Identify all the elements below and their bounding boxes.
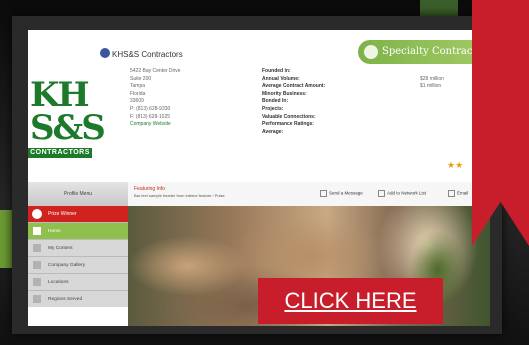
decor-strip-left (0, 210, 12, 268)
rating-stars: ★★ (447, 160, 464, 170)
email-control[interactable]: Email (448, 190, 468, 197)
logo-band: CONTRACTORS (28, 148, 92, 158)
sidebar-item-label: Home (48, 229, 61, 234)
address-line: 5422 Bay Center Drive (130, 68, 181, 74)
address-line: P: (813) 628-9330 (130, 105, 171, 112)
field-value: $1 million (420, 83, 442, 90)
profile-fields: Founded in: Annual Volume: Average Contr… (262, 68, 325, 136)
checkbox-icon (378, 190, 385, 197)
sidebar-highlight[interactable]: Prize Winner (28, 206, 128, 222)
content-title: Featuring Info (134, 186, 165, 192)
company-mark-icon (100, 48, 110, 58)
decor-strip-top (420, 0, 458, 16)
field-label: Minority Business: (262, 90, 307, 97)
logo-text-top: KH (30, 75, 90, 115)
specialty-icon (364, 45, 378, 59)
control-label: Send a Message (329, 190, 363, 196)
specialty-label: Specialty Contract (382, 46, 477, 57)
send-message-control[interactable]: Send a Message (320, 190, 363, 197)
logo-text-bottom: S&S (30, 108, 106, 148)
content-header: Featuring Info Bar text sample header fr… (128, 182, 490, 207)
profile-values: $28 million $1 million (420, 68, 444, 91)
add-network-control[interactable]: Add to Network List (378, 190, 426, 197)
checkbox-icon (448, 190, 455, 197)
content-subtitle: Bar text sample header from interior fea… (134, 193, 225, 198)
company-logo: KH S&S (28, 75, 106, 152)
address-line: Suite 200 (130, 75, 152, 82)
sidebar-item-my-content[interactable]: My Content (28, 239, 128, 256)
sidebar-header[interactable]: Profile Menu (28, 182, 128, 206)
sidebar-item-label: Regions Served (48, 297, 83, 302)
company-name: KHS&S Contractors (112, 50, 183, 59)
address-line: Florida (130, 90, 146, 97)
sidebar-item-label: My Content (48, 246, 73, 251)
address-line: 33609 (130, 98, 144, 105)
control-label: Email (457, 190, 469, 196)
field-label: Valuable Connections: (262, 113, 316, 120)
click-here-button[interactable]: CLICK HERE (258, 278, 443, 324)
sidebar-item-label: Locations (48, 280, 69, 285)
checkbox-icon (320, 190, 327, 197)
address-line: Tampa (130, 83, 146, 90)
field-label: Founded in: (262, 68, 291, 74)
location-icon (33, 278, 41, 286)
sidebar-highlight-label: Prize Winner (48, 211, 77, 217)
field-label: Average Contract Amount: (262, 83, 326, 90)
sidebar-item-label: Company Gallery (48, 263, 86, 268)
field-label: Average: (262, 128, 284, 135)
field-label: Performance Ratings: (262, 121, 314, 128)
field-label: Bonded In: (262, 98, 289, 105)
home-icon (33, 227, 41, 235)
control-label: Add to Network List (387, 190, 427, 196)
content-icon (33, 244, 41, 252)
field-label: Projects: (262, 105, 284, 112)
specialty-pill[interactable]: Specialty Contract (358, 40, 490, 64)
sidebar-item-regions[interactable]: Regions Served (28, 290, 128, 307)
region-icon (33, 295, 41, 303)
sidebar-item-home[interactable]: Home (28, 222, 128, 239)
gallery-icon (33, 261, 41, 269)
address-line: F: (813) 628-1025 (130, 113, 171, 120)
sidebar-item-locations[interactable]: Locations (28, 273, 128, 290)
sidebar-item-gallery[interactable]: Company Gallery (28, 256, 128, 273)
field-label: Annual Volume: (262, 75, 300, 82)
field-value: $28 million (420, 75, 444, 82)
company-website-link[interactable]: Company Website (130, 121, 181, 129)
award-icon (32, 209, 42, 219)
address-block: 5422 Bay Center Drive Suite 200 Tampa Fl… (130, 68, 181, 129)
